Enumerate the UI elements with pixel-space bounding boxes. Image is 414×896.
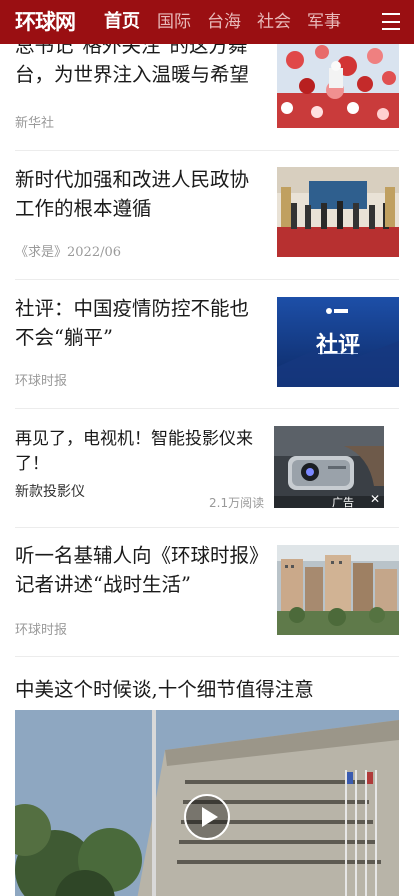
tab-international[interactable]: 国际 bbox=[157, 0, 191, 44]
article-source: 环球时报 bbox=[15, 374, 68, 389]
ad-badge: 广告 bbox=[332, 496, 354, 508]
video-title[interactable]: 中美这个时候谈,十个细节值得注意 bbox=[15, 673, 314, 702]
article-thumbnail[interactable] bbox=[277, 545, 399, 635]
article-source: 环球时报 bbox=[15, 623, 68, 638]
ad-read-count: 2.1万阅读 bbox=[209, 496, 265, 510]
ad-title[interactable]: 再见了，电视机！智能投影仪来了！ bbox=[15, 427, 261, 477]
article-source: 新华社 bbox=[15, 116, 55, 131]
list-item[interactable]: 听一名基辅人向《环球时报》记者讲述“战时生活” 环球时报 bbox=[15, 528, 399, 657]
tab-home[interactable]: 首页 bbox=[104, 0, 140, 44]
tab-taiwan[interactable]: 台海 bbox=[207, 0, 241, 44]
ad-item[interactable]: 再见了，电视机！智能投影仪来了！ 新款投影仪 2.1万阅读 广告 ✕ bbox=[15, 409, 399, 528]
thumbnail-caption: 社评 bbox=[315, 333, 360, 358]
hamburger-menu-icon[interactable] bbox=[382, 13, 400, 30]
video-item[interactable]: 中美这个时候谈,十个细节值得注意 bbox=[15, 657, 399, 896]
article-source: 《求是》2022/06 bbox=[15, 245, 122, 260]
tab-military[interactable]: 军事 bbox=[307, 0, 341, 44]
article-title[interactable]: 听一名基辅人向《环球时报》记者讲述“战时生活” bbox=[15, 541, 261, 599]
video-player[interactable] bbox=[15, 710, 399, 896]
play-icon[interactable] bbox=[184, 794, 230, 840]
article-thumbnail[interactable]: 社评 bbox=[277, 297, 399, 387]
ad-subtitle: 新款投影仪 bbox=[15, 484, 85, 500]
site-logo[interactable]: 环球网 bbox=[15, 8, 76, 36]
ad-thumbnail[interactable]: 广告 ✕ bbox=[274, 426, 384, 508]
ad-close-icon[interactable]: ✕ bbox=[370, 492, 380, 506]
article-title[interactable]: 社评：中国疫情防控不能也不会“躺平” bbox=[15, 294, 261, 352]
article-thumbnail[interactable] bbox=[277, 167, 399, 257]
channel-nav: 首页 国际 台海 社会 军事 bbox=[104, 0, 357, 44]
article-thumbnail[interactable] bbox=[277, 38, 399, 128]
article-title[interactable]: 新时代加强和改进人民政协工作的根本遵循 bbox=[15, 165, 261, 223]
tab-society[interactable]: 社会 bbox=[257, 0, 291, 44]
list-item[interactable]: 新时代加强和改进人民政协工作的根本遵循 《求是》2022/06 bbox=[15, 151, 399, 280]
list-item[interactable]: 社评：中国疫情防控不能也不会“躺平” 环球时报 社评 bbox=[15, 280, 399, 409]
top-navigation-bar: 环球网 首页 国际 台海 社会 军事 bbox=[0, 0, 414, 44]
